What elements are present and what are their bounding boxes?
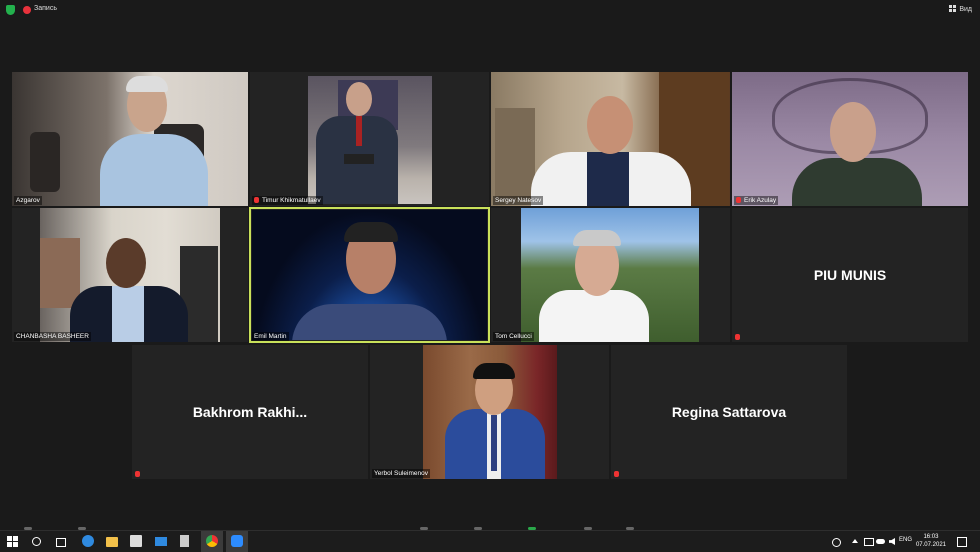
participant-display-name: Regina Sattarova — [671, 404, 787, 420]
zoom-icon[interactable] — [231, 535, 243, 547]
windows-start-icon[interactable] — [7, 536, 18, 547]
calculator-icon[interactable] — [180, 535, 189, 547]
participant-display-name: Bakhrom Rakhi... — [192, 404, 308, 420]
speaker-icon[interactable] — [889, 538, 895, 545]
participant-tile-no-video[interactable]: PIU MUNIS — [732, 208, 968, 342]
edge-icon[interactable] — [82, 535, 94, 547]
participant-video — [521, 208, 699, 342]
muted-mic-icon — [135, 471, 140, 477]
participant-name: Timur Khikmatullaev — [252, 196, 323, 205]
grid-view-icon — [949, 5, 957, 12]
participant-tile[interactable]: Erik Azulay — [732, 72, 968, 206]
chrome-icon[interactable] — [206, 535, 218, 547]
notifications-icon[interactable] — [957, 537, 967, 547]
view-button[interactable]: Вид — [949, 5, 972, 13]
participant-name: CHANBASHA BASHEER — [14, 332, 91, 341]
participant-tile-no-video[interactable]: Regina Sattarova — [611, 345, 847, 479]
people-icon[interactable] — [832, 538, 841, 547]
participant-tile-active-speaker[interactable]: Emil Martin — [249, 207, 490, 343]
windows-taskbar: ENG 16:03 07.07.2021 — [0, 530, 980, 552]
participant-name-text: Timur Khikmatullaev — [262, 197, 321, 204]
participant-tile-no-video[interactable]: Bakhrom Rakhi... — [132, 345, 368, 479]
participant-name: Tom Cellucci — [493, 332, 534, 341]
chevron-up-icon[interactable] — [852, 539, 858, 543]
participant-video — [12, 72, 248, 206]
muted-mic-icon — [736, 197, 741, 203]
participant-name: Erik Azulay — [734, 196, 779, 205]
clock-date: 07.07.2021 — [915, 542, 946, 548]
participant-tile[interactable]: Sergey Natesov — [491, 72, 730, 206]
muted-mic-icon — [614, 471, 619, 477]
store-icon[interactable] — [130, 535, 142, 547]
participant-video — [252, 210, 487, 340]
participant-video — [40, 208, 220, 342]
participant-name: Sergey Natesov — [493, 196, 544, 205]
participant-video — [308, 76, 432, 204]
participant-name-text: Erik Azulay — [744, 197, 777, 204]
muted-mic-icon — [735, 334, 740, 340]
task-view-icon[interactable] — [56, 538, 66, 547]
system-clock[interactable]: 16:03 07.07.2021 — [916, 533, 946, 549]
participant-name: Yerbol Suleimenov — [372, 469, 430, 478]
participant-tile[interactable]: CHANBASHA BASHEER — [12, 208, 248, 342]
participant-video — [732, 72, 968, 206]
participant-video — [491, 72, 730, 206]
network-icon[interactable] — [864, 538, 874, 546]
muted-mic-icon — [254, 197, 259, 203]
participant-display-name: PIU MUNIS — [813, 267, 887, 283]
search-icon[interactable] — [32, 537, 41, 546]
clock-time: 16:03 — [923, 534, 939, 540]
participant-tile[interactable]: Tom Cellucci — [491, 208, 730, 342]
recording-icon — [23, 6, 31, 14]
participant-name: Azgarov — [14, 196, 42, 205]
participant-video — [423, 345, 557, 479]
cloud-icon[interactable] — [876, 539, 885, 544]
input-language[interactable]: ENG — [899, 537, 912, 543]
mail-icon[interactable] — [155, 537, 167, 546]
participant-tile[interactable]: Azgarov — [12, 72, 248, 206]
recording-label: Запись — [34, 5, 57, 12]
file-explorer-icon[interactable] — [106, 537, 118, 547]
meeting-top-bar: Запись Вид — [0, 0, 980, 20]
participant-name: Emil Martin — [252, 332, 289, 341]
participant-tile[interactable]: Yerbol Suleimenov — [370, 345, 609, 479]
participant-tile[interactable]: Timur Khikmatullaev — [250, 72, 489, 206]
view-label: Вид — [959, 6, 972, 13]
security-shield-icon[interactable] — [6, 5, 15, 15]
